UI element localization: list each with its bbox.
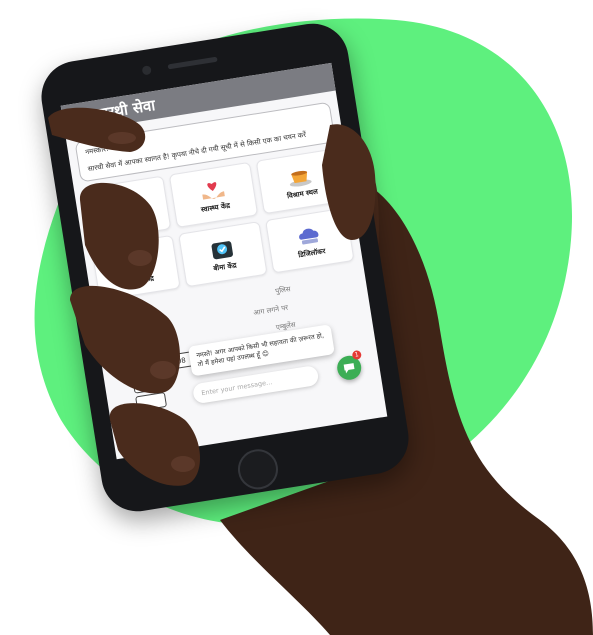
tea-cup-icon xyxy=(285,162,314,190)
helpline-number-100[interactable]: 100 xyxy=(123,320,156,341)
app-title: सारथी सेवा xyxy=(93,96,157,124)
tile-health-center[interactable]: स्वास्थ्य केंद्र xyxy=(168,161,259,228)
tile-label: बीमा केंद्र xyxy=(212,260,237,273)
app-screen: सारथी सेवा नमस्कार! सारथी सेवा में आपका … xyxy=(60,62,388,460)
tile-label: स्वास्थ्य केंद्र xyxy=(200,201,231,214)
tile-label: विश्राम स्थल xyxy=(286,187,319,200)
trainer-icon xyxy=(120,249,149,277)
tile-label: योजनायें xyxy=(117,215,140,227)
heart-hand-icon xyxy=(198,176,227,204)
scene: सारथी सेवा नमस्कार! सारथी सेवा में आपका … xyxy=(0,0,593,635)
helpline-number-102[interactable]: 102 xyxy=(129,356,162,376)
tile-yojanayen[interactable]: योजनायें xyxy=(81,175,172,242)
tile-label: डिजिलॉकर xyxy=(297,246,326,259)
digilocker-icon xyxy=(294,221,323,249)
insurance-icon xyxy=(207,235,236,263)
tile-insurance-center[interactable]: बीमा केंद्र xyxy=(178,221,268,288)
tile-rest-area[interactable]: विश्राम स्थल xyxy=(255,148,346,215)
helpline-number-101[interactable]: 101 xyxy=(126,338,159,359)
helpline-number-button[interactable] xyxy=(132,374,165,394)
chat-bubble-icon xyxy=(343,363,355,374)
tile-training-center[interactable]: प्रशिक्षण केंद्र xyxy=(91,234,181,302)
helpline-label-police: पुलिस xyxy=(274,285,292,296)
hamburger-icon[interactable] xyxy=(69,111,86,124)
helpline-label-fire: आग लगने पर xyxy=(252,303,289,318)
tile-digilocker[interactable]: डिजिलॉकर xyxy=(265,207,355,274)
family-icon xyxy=(111,189,140,217)
helpline-number-button[interactable] xyxy=(135,391,168,412)
smile-emoji-icon: 😊 xyxy=(261,349,270,359)
